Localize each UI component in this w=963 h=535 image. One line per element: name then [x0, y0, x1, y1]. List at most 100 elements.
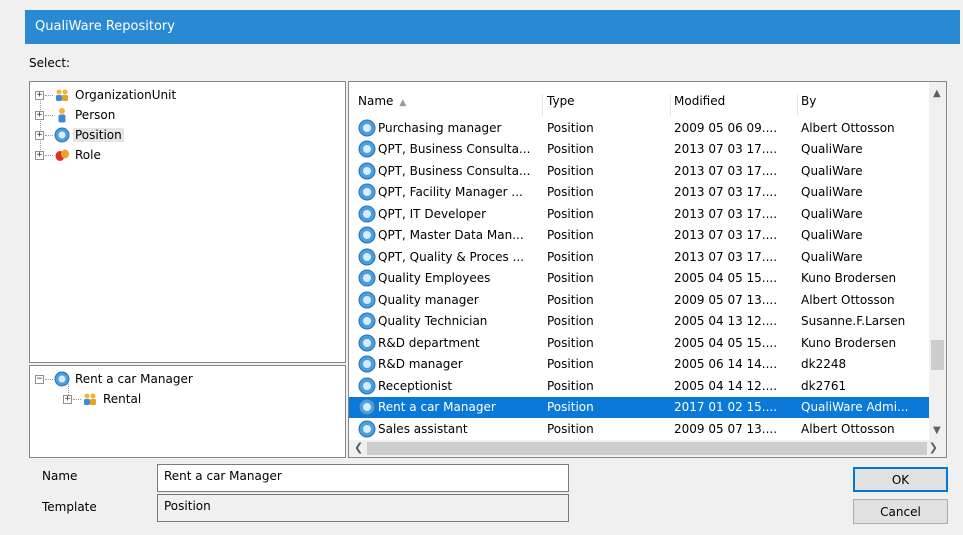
- scroll-thumb[interactable]: [931, 340, 944, 370]
- cell-type: Position: [547, 400, 594, 414]
- table-row[interactable]: QPT, IT Developer Position 2013 07 03 17..…: [349, 203, 929, 224]
- person-icon: [58, 108, 66, 123]
- expand-icon[interactable]: +: [35, 150, 44, 160]
- column-header-label: Name: [358, 94, 394, 108]
- column-header-by[interactable]: By: [801, 94, 926, 116]
- tree-item-role[interactable]: + Role: [35, 146, 103, 164]
- cell-modified: 2009 05 07 13....: [674, 292, 778, 307]
- cell-name-text: Purchasing manager: [378, 120, 502, 135]
- name-label: Name: [42, 469, 78, 483]
- title-bar: QualiWare Repository: [25, 10, 960, 44]
- column-header-modified[interactable]: Modified: [674, 94, 798, 116]
- tree-item-organizationunit[interactable]: + OrganizationUnit: [35, 86, 178, 104]
- cell-name: QPT, Business Consulta...: [358, 162, 544, 180]
- table-row[interactable]: Quality Employees Position 2005 04 05 15..…: [349, 268, 929, 289]
- cell-by: Albert Ottosson: [801, 120, 895, 135]
- cell-name: Receptionist: [358, 377, 544, 395]
- cell-by: Kuno Brodersen: [801, 271, 897, 285]
- cell-modified: 2013 07 03 17....: [674, 163, 778, 178]
- scroll-left-icon[interactable]: ❮: [354, 441, 363, 454]
- type-tree[interactable]: + OrganizationUnit + Person + Position +…: [29, 81, 346, 363]
- scroll-right-icon[interactable]: ❯: [929, 441, 938, 454]
- sort-ascending-icon: ▲: [399, 98, 407, 108]
- cell-name-text: QPT, Quality & Proces ...: [378, 249, 525, 264]
- position-icon: [358, 312, 376, 330]
- table-row[interactable]: QPT, Facility Manager ... Position 2013 07…: [349, 182, 929, 203]
- table-row[interactable]: Quality Technician Position 2005 04 13 12.…: [349, 311, 929, 332]
- column-header-label: Type: [547, 94, 575, 108]
- scroll-up-icon[interactable]: ▲: [933, 88, 941, 99]
- cell-modified: 2009 05 06 09....: [674, 120, 778, 135]
- table-row[interactable]: QPT, Business Consulta... Position 2013 07…: [349, 139, 929, 160]
- cell-type: Position: [547, 271, 594, 285]
- cell-by: QualiWare: [801, 163, 863, 178]
- cell-type: Position: [547, 228, 594, 242]
- cell-by: Susanne.F.Larsen: [801, 314, 906, 328]
- table-row[interactable]: Purchasing manager Position 2009 05 06 09.…: [349, 117, 929, 138]
- cell-modified: 2013 07 03 17....: [674, 228, 778, 242]
- table-row[interactable]: Receptionist Position 2005 04 14 12.... dk2…: [349, 375, 929, 396]
- vertical-scrollbar[interactable]: ▲ ▼: [929, 82, 946, 440]
- table-row[interactable]: QPT, Quality & Proces ... Position 2013 07…: [349, 246, 929, 267]
- cell-modified: 2013 07 03 17....: [674, 249, 778, 264]
- expand-icon[interactable]: +: [35, 110, 44, 120]
- tree-item-position[interactable]: + Position: [35, 126, 124, 144]
- cell-modified: 2013 07 03 17....: [674, 185, 778, 199]
- cell-by: QualiWare: [801, 142, 863, 156]
- tree-item-person[interactable]: + Person: [35, 106, 117, 124]
- table-row[interactable]: QPT, Business Consulta... Position 2013 07…: [349, 160, 929, 181]
- tree-item-rent-a-car-manager[interactable]: − Rent a car Manager: [35, 370, 195, 388]
- cell-name-text: Quality Employees: [378, 271, 491, 285]
- tree-item-rental[interactable]: + Rental: [63, 390, 143, 408]
- cell-by: dk2248: [801, 357, 847, 371]
- cell-by: QualiWare: [801, 249, 863, 264]
- cell-type: Position: [547, 142, 594, 156]
- cell-name: R&D manager: [358, 355, 544, 373]
- table-row[interactable]: Sales assistant Position 2009 05 07 13....…: [349, 418, 929, 439]
- cell-type: Position: [547, 185, 594, 199]
- column-header-name[interactable]: Name ▲: [358, 94, 543, 116]
- column-header-type[interactable]: Type: [547, 94, 671, 116]
- cell-name: R&D department: [358, 334, 544, 352]
- template-label: Template: [42, 500, 97, 514]
- cell-name: Purchasing manager: [358, 119, 544, 137]
- position-icon: [358, 248, 376, 265]
- relation-tree[interactable]: − Rent a car Manager + Rental: [29, 365, 346, 458]
- position-icon: [358, 183, 376, 201]
- tree-item-label: Role: [75, 148, 101, 162]
- cell-name-text: QPT, Facility Manager ...: [378, 185, 523, 199]
- cell-name: Quality Employees: [358, 269, 544, 287]
- tree-item-label: OrganizationUnit: [75, 88, 177, 102]
- window-title: QualiWare Repository: [35, 19, 175, 34]
- ok-button[interactable]: OK: [853, 467, 948, 492]
- expand-icon[interactable]: +: [35, 130, 44, 140]
- cell-modified: 2009 05 07 13....: [674, 421, 778, 436]
- scroll-down-icon[interactable]: ▼: [933, 425, 941, 436]
- expand-icon[interactable]: +: [35, 90, 44, 100]
- tree-item-label: Rental: [103, 392, 142, 406]
- cell-by: QualiWare: [801, 206, 863, 221]
- table-row[interactable]: QPT, Master Data Man... Position 2013 07 0…: [349, 225, 929, 246]
- cell-modified: 2005 04 05 15....: [674, 335, 778, 350]
- cell-type: Position: [547, 249, 594, 264]
- cell-by: QualiWare: [801, 228, 863, 242]
- table-row[interactable]: Quality manager Position 2009 05 07 13....…: [349, 289, 929, 310]
- table-row[interactable]: R&D department Position 2005 04 05 15.... K…: [349, 332, 929, 353]
- position-icon: [358, 226, 376, 244]
- organization-unit-icon: [84, 393, 96, 405]
- cell-by: dk2761: [801, 378, 847, 393]
- table-row[interactable]: Rent a car Manager Position 2017 01 02 15.…: [349, 396, 929, 418]
- scroll-thumb[interactable]: [367, 442, 927, 455]
- cell-type: Position: [547, 120, 594, 135]
- cell-type: Position: [547, 163, 594, 178]
- cell-name: Quality Technician: [358, 312, 544, 330]
- horizontal-scrollbar[interactable]: ❮ ❯: [349, 440, 946, 457]
- expand-icon[interactable]: +: [63, 394, 72, 404]
- name-field[interactable]: Rent a car Manager: [157, 464, 569, 492]
- position-icon: [358, 140, 376, 158]
- cancel-button[interactable]: Cancel: [853, 499, 948, 524]
- table-row[interactable]: R&D manager Position 2005 06 14 14.... dk22…: [349, 354, 929, 375]
- collapse-icon[interactable]: −: [35, 374, 44, 384]
- cell-name: Quality manager: [358, 291, 544, 309]
- object-list[interactable]: Name ▲ Type Modified By Purchasing manage…: [348, 81, 947, 458]
